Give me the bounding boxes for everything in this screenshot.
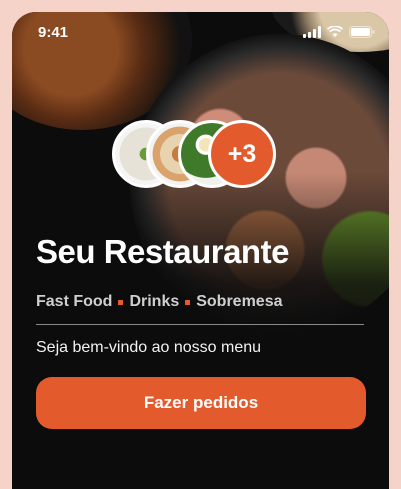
order-button[interactable]: Fazer pedidos [36,377,366,429]
battery-icon [349,26,375,38]
separator-dot [118,299,124,305]
status-icons [303,26,375,38]
divider [36,324,364,325]
category-fast-food: Fast Food [36,293,113,310]
status-time: 9:41 [38,24,69,41]
category-sobremesa: Sobremesa [196,293,283,310]
status-bar: 9:41 [12,24,389,44]
more-dishes-badge[interactable]: +3 [208,120,276,188]
cellular-signal-icon [303,26,321,38]
image-fade-overlay [12,172,389,489]
restaurant-name: Seu Restaurante [36,233,289,270]
wifi-icon [327,26,343,37]
category-list: Fast Food Drinks Sobremesa [36,293,283,311]
app-screen: 9:41 +3 Seu Restaurante Fast Food Drinks… [12,12,389,489]
welcome-text: Seja bem-vindo ao nosso menu [36,339,262,356]
separator-dot [185,299,191,305]
category-drinks: Drinks [129,293,180,310]
menu-preview-avatars[interactable]: +3 [112,120,292,192]
